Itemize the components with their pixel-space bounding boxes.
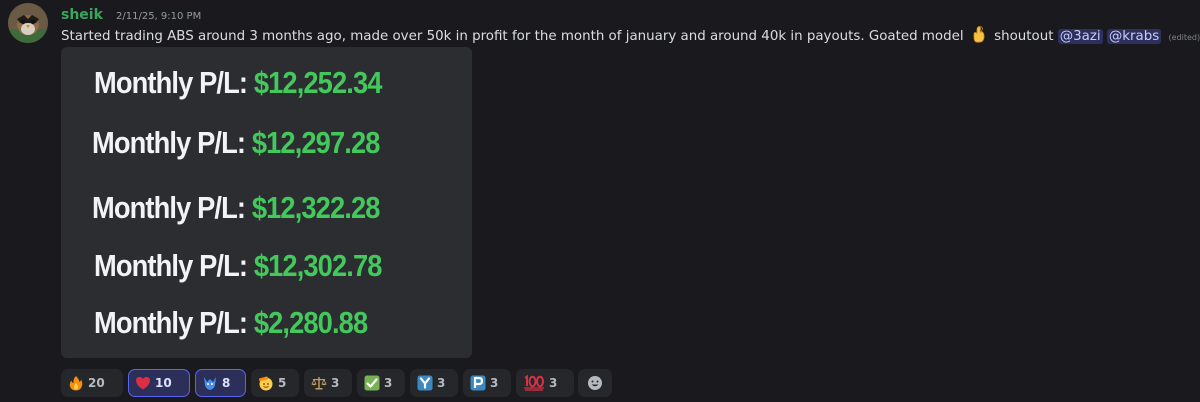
pl-value: $12,322.28 — [251, 190, 381, 225]
pl-value: $12,302.78 — [253, 248, 383, 283]
reaction-count: 3 — [331, 376, 340, 390]
crossed-fingers-icon — [971, 25, 987, 49]
pl-value: $2,280.88 — [253, 305, 368, 340]
pl-line: Monthly P/L: $12,322.28 — [92, 190, 380, 226]
heart-icon — [135, 375, 151, 391]
pl-line: Monthly P/L: $12,252.34 — [94, 65, 382, 101]
pl-label: Monthly P/L: — [94, 305, 248, 340]
username[interactable]: sheik — [61, 7, 103, 23]
add-reaction-button[interactable] — [578, 369, 612, 397]
message-text: Started trading ABS around 3 months ago,… — [61, 29, 964, 44]
timestamp[interactable]: 2/11/25, 9:10 PM — [116, 11, 201, 22]
pl-value: $12,297.28 — [251, 125, 381, 160]
chat-message: sheik 2/11/25, 9:10 PM Started trading A… — [0, 0, 1200, 402]
pl-label: Monthly P/L: — [94, 65, 248, 100]
message-text-shoutout: shoutout — [994, 29, 1054, 44]
edited-indicator[interactable]: (edited) — [1168, 33, 1200, 42]
reaction-custom[interactable]: 8 — [195, 369, 246, 397]
reaction-count: 5 — [278, 376, 287, 390]
message-header: sheik 2/11/25, 9:10 PM — [61, 4, 201, 23]
letter-p-icon — [470, 375, 486, 391]
fire-icon — [68, 375, 84, 391]
user-mention[interactable]: @3azi — [1057, 29, 1103, 44]
letter-y-icon — [417, 375, 433, 391]
reaction-scales[interactable]: 3 — [304, 369, 352, 397]
custom-wolf-icon — [202, 375, 218, 391]
reaction-hundred[interactable]: 3 — [516, 369, 574, 397]
pl-label: Monthly P/L: — [92, 125, 246, 160]
smiley-icon — [587, 375, 603, 395]
pl-line: Monthly P/L: $12,302.78 — [94, 248, 382, 284]
pl-value: $12,252.34 — [253, 65, 383, 100]
check-mark-icon — [364, 375, 380, 391]
pl-label: Monthly P/L: — [94, 248, 248, 283]
reaction-count: 3 — [384, 376, 393, 390]
reaction-check[interactable]: 3 — [357, 369, 405, 397]
pl-line: Monthly P/L: $12,297.28 — [92, 125, 380, 161]
reaction-fire[interactable]: 20 — [61, 369, 123, 397]
user-mention[interactable]: @krabs — [1106, 29, 1162, 44]
scales-icon — [311, 375, 327, 391]
pl-label: Monthly P/L: — [92, 190, 246, 225]
reaction-count: 3 — [437, 376, 446, 390]
reaction-count: 10 — [155, 376, 172, 390]
reaction-count: 20 — [88, 376, 105, 390]
avatar[interactable] — [8, 3, 48, 43]
reaction-letter-y[interactable]: 3 — [410, 369, 458, 397]
reaction-count: 3 — [549, 376, 558, 390]
reaction-salute[interactable]: 5 — [251, 369, 299, 397]
reaction-count: 8 — [222, 376, 231, 390]
reaction-count: 3 — [490, 376, 499, 390]
hundred-points-icon — [523, 374, 545, 391]
message-content: Started trading ABS around 3 months ago,… — [61, 25, 1200, 49]
reaction-heart[interactable]: 10 — [128, 369, 190, 397]
saluting-face-icon — [258, 375, 274, 391]
image-attachment[interactable]: Monthly P/L: $12,252.34 Monthly P/L: $12… — [61, 47, 472, 358]
pl-line: Monthly P/L: $2,280.88 — [94, 305, 368, 341]
reaction-letter-p[interactable]: 3 — [463, 369, 511, 397]
